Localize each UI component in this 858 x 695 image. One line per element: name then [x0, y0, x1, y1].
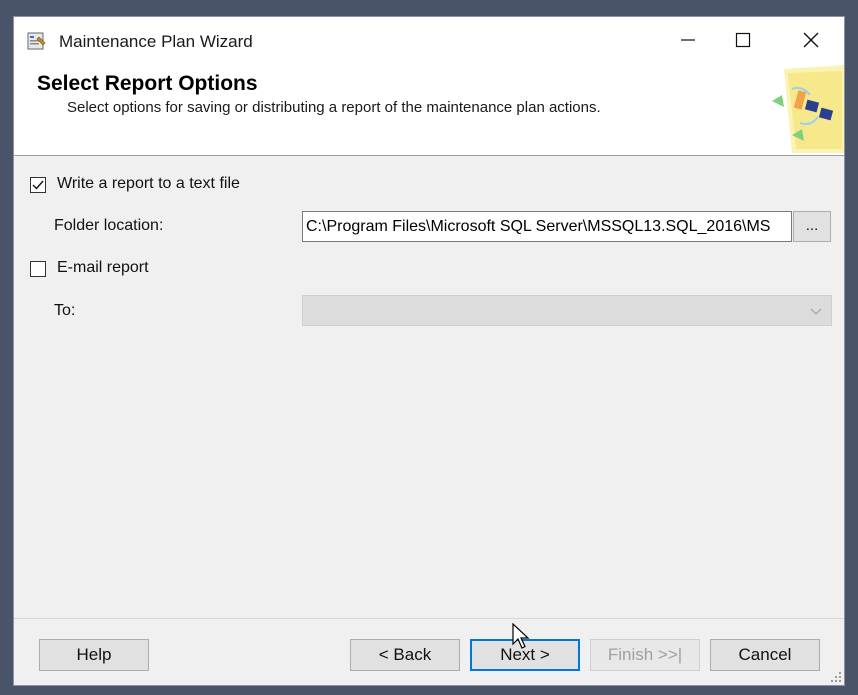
maximize-button[interactable] [714, 17, 772, 63]
window-title: Maintenance Plan Wizard [59, 32, 253, 51]
finish-button: Finish >>| [590, 639, 700, 671]
folder-location-input[interactable]: C:\Program Files\Microsoft SQL Server\MS… [302, 211, 792, 242]
maximize-icon [735, 32, 751, 48]
title-bar: Maintenance Plan Wizard [14, 17, 844, 65]
wizard-window: Maintenance Plan Wizard Select Report Op… [13, 16, 845, 686]
report-options-panel: Write a report to a text file Folder loc… [14, 156, 844, 618]
browse-folder-button[interactable]: ... [793, 211, 831, 242]
close-button[interactable] [782, 17, 840, 63]
help-button[interactable]: Help [39, 639, 149, 671]
resize-grip-icon[interactable] [830, 671, 842, 683]
email-report-checkbox[interactable] [30, 261, 46, 277]
back-button[interactable]: < Back [350, 639, 460, 671]
page-title: Select Report Options [37, 72, 258, 95]
close-icon [803, 32, 819, 48]
chevron-down-icon [810, 308, 822, 315]
write-report-checkbox[interactable] [30, 177, 46, 193]
email-report-label[interactable]: E-mail report [57, 259, 149, 277]
mouse-cursor-icon [512, 623, 530, 649]
wizard-footer: Help < Back Next > Finish >>| Cancel [14, 618, 844, 687]
checkmark-icon [32, 180, 44, 190]
email-to-dropdown[interactable] [302, 295, 832, 326]
wizard-banner-icon [772, 65, 844, 153]
folder-location-label: Folder location: [54, 217, 164, 234]
cancel-button[interactable]: Cancel [710, 639, 820, 671]
wizard-header: Select Report Options Select options for… [14, 65, 844, 156]
write-report-label[interactable]: Write a report to a text file [57, 175, 240, 193]
minimize-button[interactable] [659, 17, 717, 63]
maintenance-plan-app-icon [27, 32, 46, 50]
minimize-icon [681, 39, 695, 41]
page-subtitle: Select options for saving or distributin… [67, 99, 601, 116]
to-label: To: [54, 302, 76, 319]
